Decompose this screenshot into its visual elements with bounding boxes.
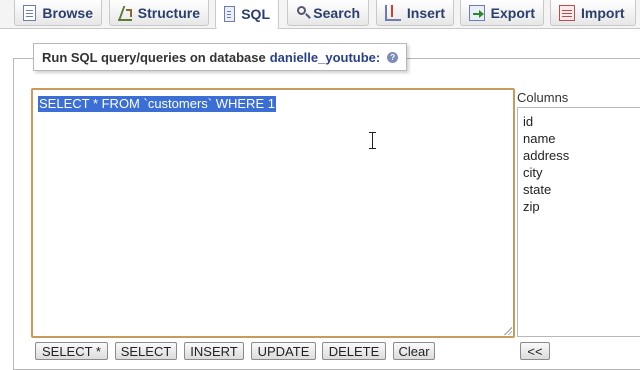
tab-label: Export <box>490 4 535 21</box>
column-item[interactable]: id <box>523 113 640 130</box>
column-item[interactable]: address <box>523 147 640 164</box>
column-item[interactable]: name <box>523 130 640 147</box>
insert-column-button[interactable]: << <box>520 342 550 360</box>
sql-icon <box>224 6 236 22</box>
columns-label: Columns <box>517 90 569 105</box>
tab-import[interactable]: Import <box>550 0 636 26</box>
legend-text: Run SQL query/queries on database <box>42 49 266 65</box>
column-item[interactable]: zip <box>523 198 640 215</box>
insert-button[interactable]: INSERT <box>184 342 244 360</box>
insert-icon <box>385 4 401 21</box>
update-button[interactable]: UPDATE <box>251 342 316 360</box>
structure-icon <box>118 5 132 21</box>
select-button[interactable]: SELECT <box>115 342 177 360</box>
tab-bar: Browse Structure SQL Search Insert Expor… <box>0 0 640 29</box>
tab-insert[interactable]: Insert <box>376 0 454 26</box>
sql-query-textarea[interactable]: SELECT * FROM `customers` WHERE 1 <box>31 88 515 338</box>
database-name: danielle_youtube: <box>269 49 381 65</box>
tab-label: Import <box>581 4 625 21</box>
tab-label: SQL <box>241 6 270 22</box>
search-icon <box>296 5 307 21</box>
tab-label: Search <box>313 4 360 21</box>
tab-export[interactable]: Export <box>460 0 544 26</box>
tab-browse[interactable]: Browse <box>14 0 102 26</box>
import-icon <box>559 4 575 21</box>
tab-search[interactable]: Search <box>287 0 369 26</box>
tab-label: Structure <box>137 4 200 21</box>
column-item[interactable]: state <box>523 181 640 198</box>
clear-button[interactable]: Clear <box>393 342 435 360</box>
export-icon <box>469 4 485 21</box>
column-item[interactable]: city <box>523 164 640 181</box>
browse-icon <box>23 4 37 21</box>
delete-button[interactable]: DELETE <box>322 342 386 360</box>
tab-label: Insert <box>406 4 445 21</box>
tab-sql[interactable]: SQL <box>215 0 279 29</box>
help-icon[interactable]: ? <box>387 51 399 63</box>
select-star-button[interactable]: SELECT * <box>35 342 108 360</box>
text-cursor-icon <box>369 132 377 150</box>
resize-grip-icon[interactable] <box>503 326 512 335</box>
query-legend: Run SQL query/queries on database daniel… <box>33 43 408 71</box>
columns-list[interactable]: id name address city state zip <box>517 107 640 337</box>
sql-query-text: SELECT * FROM `customers` WHERE 1 <box>38 96 276 112</box>
tab-structure[interactable]: Structure <box>109 0 209 26</box>
tab-label: Browse <box>42 4 93 21</box>
